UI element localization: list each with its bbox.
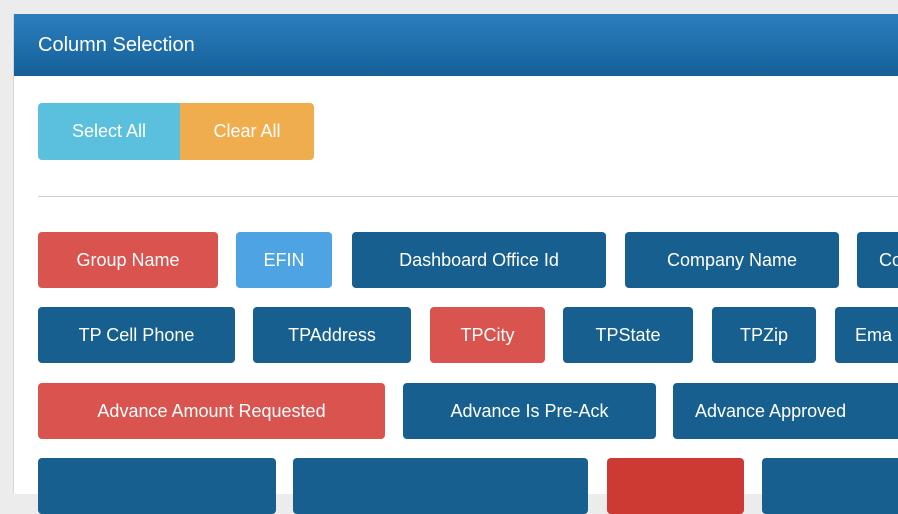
column-chip-row4-2[interactable] [293,458,588,514]
clear-all-button[interactable]: Clear All [180,103,314,160]
column-chip-advance-amount-requested[interactable]: Advance Amount Requested [38,383,385,439]
column-chip-advance-is-pre-ack[interactable]: Advance Is Pre-Ack [403,383,656,439]
column-chip-tpaddress[interactable]: TPAddress [253,307,411,363]
column-chip-tpcity[interactable]: TPCity [430,307,545,363]
select-all-button[interactable]: Select All [38,103,180,160]
column-chip-advance-approved[interactable]: Advance Approved [673,383,898,439]
column-chip-row4-1[interactable] [38,458,276,514]
panel-title: Column Selection [14,14,898,76]
column-selection-panel: Column Selection Select All Clear All Gr… [13,14,898,514]
column-chip-efin[interactable]: EFIN [236,232,332,288]
column-chip-co[interactable]: Co [857,232,898,288]
column-chip-ema[interactable]: Ema [835,307,898,363]
column-chip-row4-3[interactable] [607,458,744,514]
column-chip-tpstate[interactable]: TPState [563,307,693,363]
column-chip-tpzip[interactable]: TPZip [712,307,816,363]
column-chip-group-name[interactable]: Group Name [38,232,218,288]
column-chip-row4-4[interactable] [762,458,898,514]
column-chip-tp-cell-phone[interactable]: TP Cell Phone [38,307,235,363]
column-chip-dashboard-office-id[interactable]: Dashboard Office Id [352,232,606,288]
column-chip-company-name[interactable]: Company Name [625,232,839,288]
divider [38,196,898,197]
